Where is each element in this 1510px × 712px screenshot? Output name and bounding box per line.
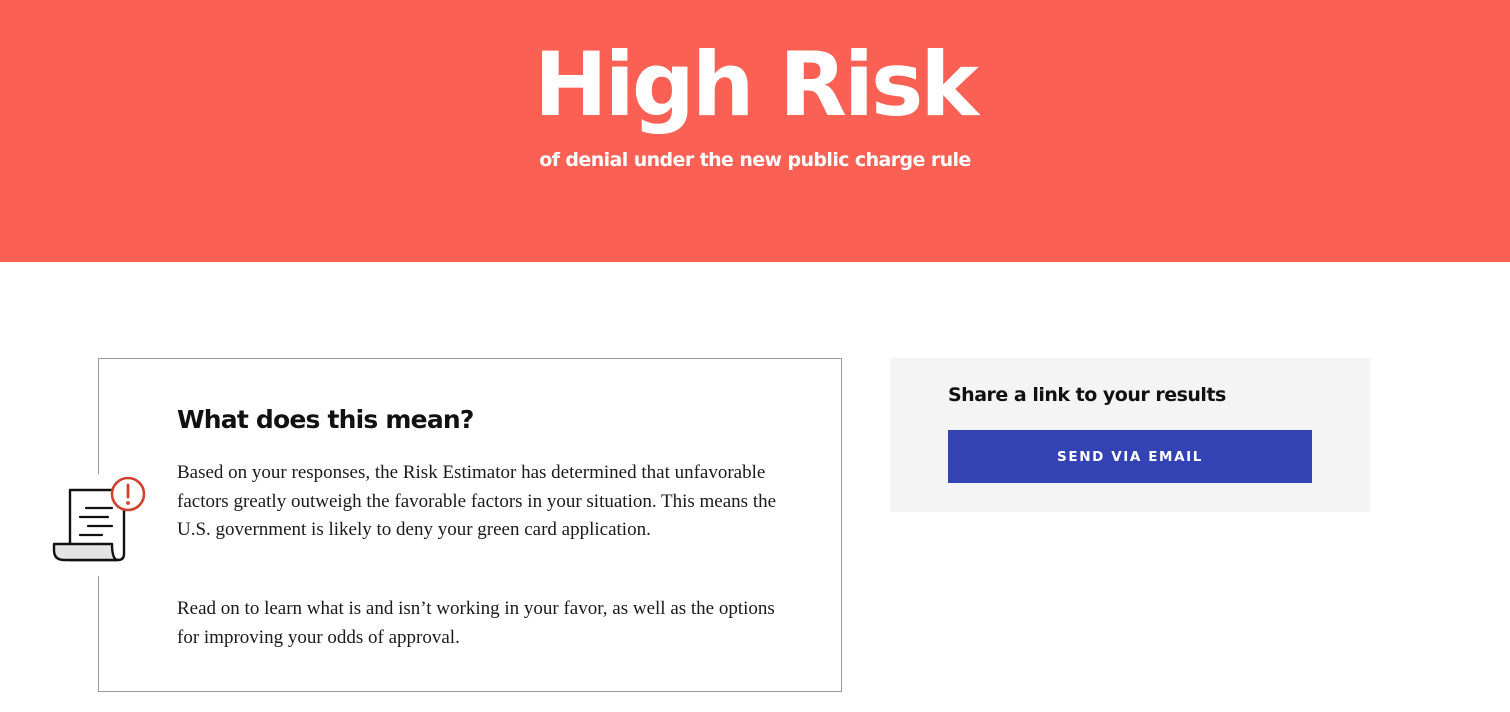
explanation-paragraph: Based on your responses, the Risk Estima… — [177, 462, 777, 540]
document-warning-icon — [50, 474, 150, 576]
result-banner: High Risk of denial under the new public… — [0, 0, 1510, 262]
send-via-email-button[interactable]: SEND VIA EMAIL — [948, 430, 1312, 483]
share-heading: Share a link to your results — [948, 384, 1226, 406]
share-results-panel: Share a link to your results SEND VIA EM… — [890, 358, 1370, 512]
risk-level-title: High Risk — [534, 33, 979, 136]
risk-level-subtitle: of denial under the new public charge ru… — [539, 149, 971, 171]
explanation-paragraph: Read on to learn what is and isn’t worki… — [177, 598, 775, 648]
explanation-heading: What does this mean? — [177, 405, 474, 434]
explanation-card: What does this mean? Based on your respo… — [98, 358, 842, 692]
